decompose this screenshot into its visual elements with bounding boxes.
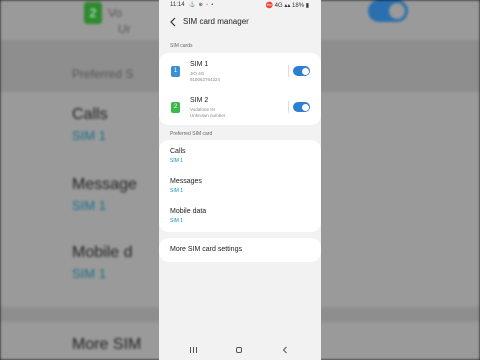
bg-section-label: Preferred S [72,67,134,81]
sim-cards-section-label: SIM cards [170,43,193,49]
more-sim-settings-row[interactable]: More SIM card settings [159,238,321,262]
pref-calls-label: Calls [170,148,186,155]
status-bar: 11:14 ⚓ ⊕ ▫ • ⛔ 4G ▴▴ 18% ▮ [159,0,321,11]
bg-messages: Message [72,176,137,193]
pref-messages-row[interactable]: Messages SIM 1 [159,172,321,200]
pref-data-value: SIM 1 [170,218,184,224]
sim-1-row[interactable]: 1 SIM 1 JIO 4G 918062764324 [159,56,321,86]
phone-screen: 11:14 ⚓ ⊕ ▫ • ⛔ 4G ▴▴ 18% ▮ SIM card man… [159,0,321,360]
bg-more-card: More SIM [0,322,160,360]
preferred-section-label: Preferred SIM card [170,131,213,137]
bg-sim2-text: Vo [108,6,123,20]
recent-apps-icon[interactable] [190,347,198,353]
bg-pref-card: Calls SIM 1 Message SIM 1 Mobile d SIM 1 [0,92,160,307]
status-time: 11:14 [170,2,185,8]
bg-sim2-icon: 2 [84,2,102,24]
sim-2-name: SIM 2 [190,97,209,104]
bg-toggle [368,0,408,22]
bg-messages-value: SIM 1 [72,198,106,213]
preferred-card: Calls SIM 1 Messages SIM 1 Mobile data S… [159,140,321,232]
bg-calls: Calls [72,106,108,123]
bg-right-card [320,0,480,40]
bg-right-card3 [320,322,480,360]
sim-1-icon: 1 [171,66,180,77]
navigation-bar [159,340,321,360]
bg-right-panel [320,0,480,360]
bg-right-card2 [320,92,480,307]
pref-messages-value: SIM 1 [170,188,184,194]
pref-data-row[interactable]: Mobile data SIM 1 [159,202,321,230]
bg-calls-value: SIM 1 [72,128,106,143]
status-right: ⛔ 4G ▴▴ 18% ▮ [265,3,309,9]
sim-1-divider [288,65,289,77]
sim-2-carrier: Vodafone IN [190,107,215,112]
bg-mobile-value: SIM 1 [72,266,106,281]
pref-data-label: Mobile data [170,208,207,215]
bg-mobile: Mobile d [72,244,133,261]
page-title: SIM card manager [183,17,249,26]
bg-sim2-card: 2 Vo Ur [0,0,160,40]
sim-2-divider [288,101,289,113]
more-sim-settings-label: More SIM card settings [170,246,242,253]
back-arrow-icon[interactable] [168,16,178,28]
sim-1-name: SIM 1 [190,61,209,68]
sim-2-row[interactable]: 2 SIM 2 Vodafone IN Unknown number [159,92,321,122]
bg-sim2-text2: Ur [118,22,131,36]
sim-2-toggle[interactable] [293,102,310,112]
pref-calls-row[interactable]: Calls SIM 1 [159,142,321,170]
sim-2-number: Unknown number [190,113,226,118]
nav-back-icon[interactable] [281,346,289,354]
pref-calls-value: SIM 1 [170,158,184,164]
sim-2-icon: 2 [171,102,180,113]
sim-cards-card: 1 SIM 1 JIO 4G 918062764324 2 SIM 2 Voda… [159,53,321,125]
bg-more: More SIM [72,336,142,353]
pref-messages-label: Messages [170,178,202,185]
home-icon[interactable] [236,347,242,353]
bg-left-panel: 2 Vo Ur Preferred S Calls SIM 1 Message … [0,0,160,360]
sim-1-number: 918062764324 [190,77,221,82]
sim-1-carrier: JIO 4G [190,71,205,76]
sim-1-toggle[interactable] [293,66,310,76]
status-icons: ⚓ ⊕ ▫ • [189,2,215,8]
app-bar: SIM card manager [159,13,321,31]
